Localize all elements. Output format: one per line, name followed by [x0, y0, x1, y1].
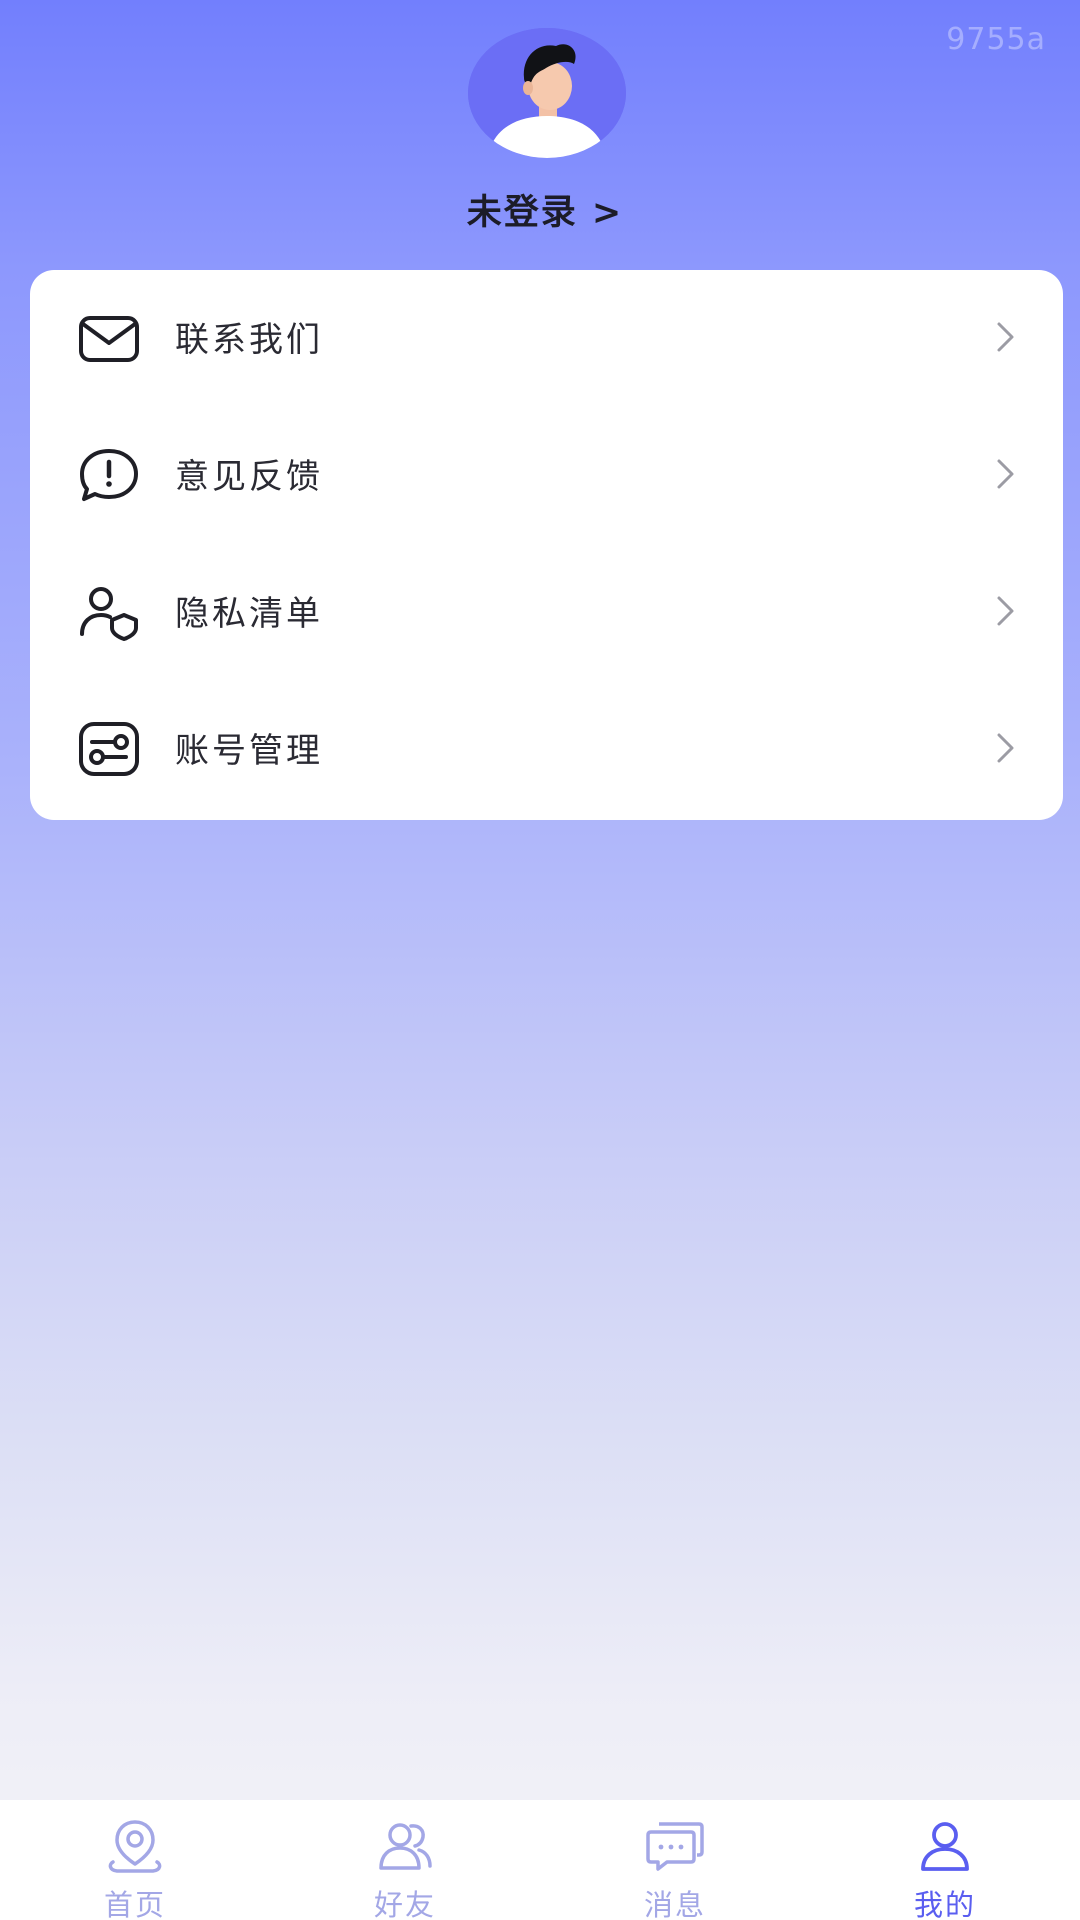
avatar[interactable] — [468, 28, 626, 158]
tab-label: 好友 — [373, 1888, 436, 1920]
menu-card: 联系我们 意见反馈 隐私清单 账号管理 — [30, 270, 1063, 820]
friends-icon — [375, 1818, 435, 1874]
menu-item-label: 隐私清单 — [175, 594, 323, 634]
menu-item-feedback[interactable]: 意见反馈 — [30, 407, 1063, 543]
chevron-right-icon — [995, 594, 1017, 628]
menu-item-label: 意见反馈 — [175, 457, 323, 497]
tab-messages[interactable]: 消息 — [540, 1800, 810, 1920]
bottom-tab-bar: 首页 好友 消息 我的 — [0, 1800, 1080, 1920]
chevron-right-icon — [995, 457, 1017, 491]
avatar-illustration-icon — [468, 28, 626, 158]
tab-label: 我的 — [913, 1888, 976, 1920]
chevron-right-icon — [995, 731, 1017, 765]
chevron-right-icon — [995, 320, 1017, 354]
tab-label: 首页 — [103, 1888, 166, 1920]
tab-profile[interactable]: 我的 — [810, 1800, 1080, 1920]
menu-item-label: 账号管理 — [175, 731, 323, 771]
message-icon — [645, 1818, 705, 1874]
tab-home[interactable]: 首页 — [0, 1800, 270, 1920]
privacy-icon — [76, 582, 142, 642]
mail-icon — [76, 308, 142, 368]
menu-item-account-management[interactable]: 账号管理 — [30, 681, 1063, 817]
profile-icon — [915, 1818, 975, 1874]
version-tag: 9755a — [946, 22, 1046, 57]
menu-item-contact-us[interactable]: 联系我们 — [30, 270, 1063, 406]
menu-item-label: 联系我们 — [175, 320, 323, 360]
menu-item-privacy-list[interactable]: 隐私清单 — [30, 544, 1063, 680]
home-location-icon — [105, 1818, 165, 1874]
tab-label: 消息 — [643, 1888, 706, 1920]
tab-friends[interactable]: 好友 — [270, 1800, 540, 1920]
profile-screen: 9755a 未登录 > 联系我们 意见反馈 隐私清单 账号管理 首页 好友 消息… — [0, 0, 1080, 1920]
login-link[interactable]: 未登录 > — [0, 184, 1080, 235]
feedback-icon — [76, 445, 142, 505]
account-settings-icon — [76, 719, 142, 779]
